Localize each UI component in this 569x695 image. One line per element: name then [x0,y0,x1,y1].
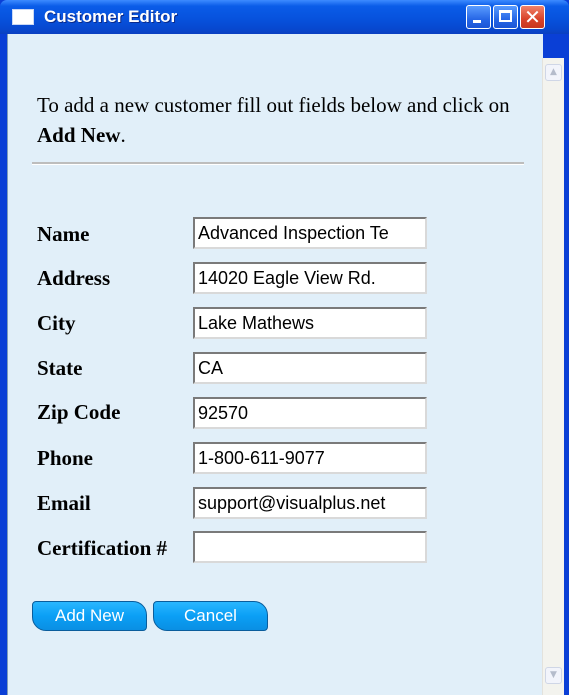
scroll-up-arrow-icon[interactable]: ▲ [545,64,562,81]
add-new-button[interactable]: Add New [32,601,147,631]
city-field[interactable] [193,307,427,339]
certification-label: Certification # [37,536,168,560]
minimize-button[interactable] [466,5,491,29]
window-app-icon [12,9,34,25]
certification-field[interactable] [193,531,427,563]
instructions-text-start: To add a new customer fill out fields be… [37,93,510,117]
cancel-button[interactable]: Cancel [153,601,268,631]
maximize-icon [499,10,512,22]
instructions-text: To add a new customer fill out fields be… [37,90,517,150]
maximize-button[interactable] [493,5,518,29]
scroll-down-arrow-icon[interactable]: ▼ [545,667,562,684]
email-label: Email [37,491,91,515]
name-field[interactable] [193,217,427,249]
zip-code-label: Zip Code [37,400,121,424]
close-button[interactable]: ✕ [520,5,545,29]
instructions-text-end: . [120,123,126,147]
state-field[interactable] [193,352,427,384]
close-icon: ✕ [524,5,541,29]
zip-code-field[interactable] [193,397,427,429]
phone-field[interactable] [193,442,427,474]
email-field[interactable] [193,487,427,519]
address-field[interactable] [193,262,427,294]
vertical-scrollbar[interactable]: ▲ ▼ [542,58,564,695]
divider [32,162,524,165]
window-frame-right [564,34,569,695]
window-title: Customer Editor [44,7,178,26]
name-label: Name [37,222,90,246]
title-bar[interactable]: Customer Editor ✕ [0,0,569,34]
minimize-icon [473,20,481,23]
address-label: Address [37,266,111,290]
phone-label: Phone [37,446,94,470]
state-label: State [37,356,83,380]
city-label: City [37,311,76,335]
instructions-bold-add-new: Add New [37,123,121,147]
customer-editor-window: Customer Editor ✕ ▲ ▼ To add a new custo… [0,0,569,695]
